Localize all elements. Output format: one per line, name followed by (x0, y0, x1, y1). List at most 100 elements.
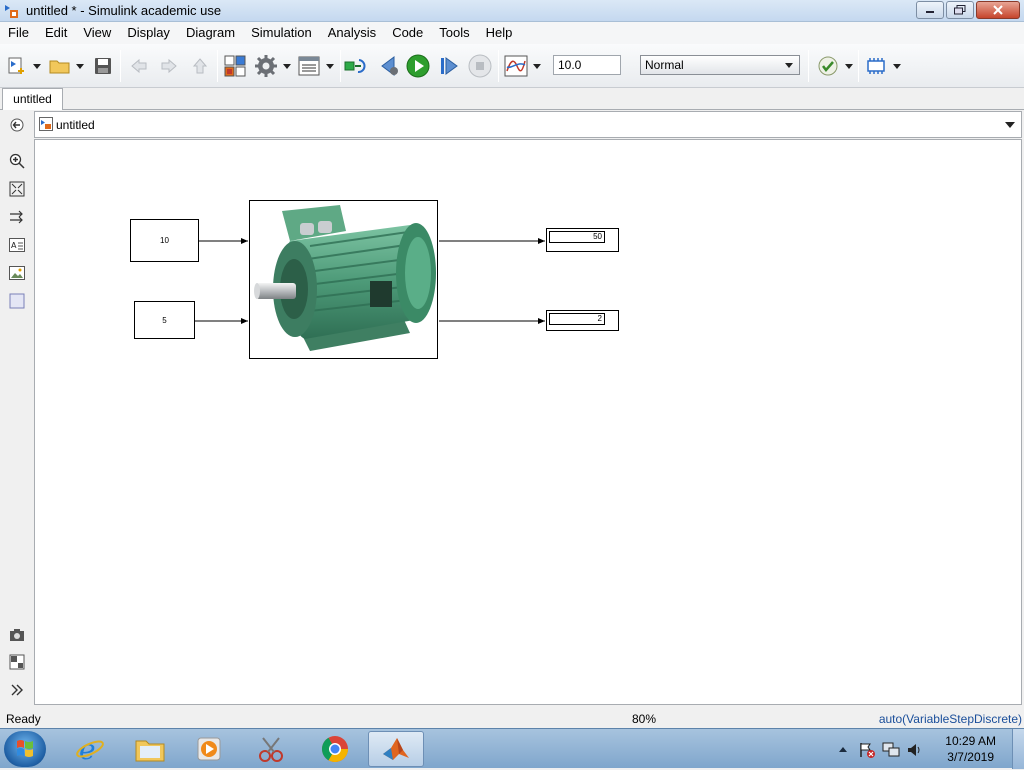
chrome-task[interactable] (307, 731, 363, 767)
constant-block-1[interactable]: 10 (130, 219, 199, 262)
media-player-task[interactable] (182, 731, 238, 767)
image-icon (9, 266, 25, 280)
breadcrumb[interactable]: untitled (56, 118, 95, 132)
menu-simulation[interactable]: Simulation (243, 22, 320, 44)
scissors-icon (259, 737, 283, 762)
volume-icon[interactable] (906, 741, 922, 759)
show-desktop-button[interactable] (1012, 729, 1024, 769)
menu-file[interactable]: File (0, 22, 37, 44)
start-button[interactable] (4, 731, 46, 767)
display-block-2[interactable]: 2 (546, 310, 619, 331)
route-lines-button[interactable] (8, 208, 26, 226)
save-button[interactable] (92, 54, 114, 78)
stop-time-field[interactable]: 10.0 (553, 55, 621, 75)
new-model-icon (8, 57, 24, 74)
expand-palette-button[interactable] (8, 681, 26, 699)
matlab-task[interactable] (368, 731, 424, 767)
model-icon (39, 117, 53, 131)
taskbar: e 10:29 AM 3/7/2019 (0, 728, 1024, 769)
zoom-button[interactable] (8, 152, 26, 170)
matlab-icon (383, 738, 409, 760)
display-value: 2 (549, 313, 605, 325)
action-center-flag-icon[interactable] (858, 741, 876, 759)
annotation-button[interactable]: A (8, 236, 26, 254)
tab-untitled[interactable]: untitled (2, 88, 63, 110)
model-settings-dropdown[interactable] (282, 54, 292, 78)
library-browser-icon (224, 55, 246, 77)
chevron-down-icon[interactable] (1005, 122, 1015, 128)
step-forward-button[interactable] (437, 54, 461, 78)
menu-view[interactable]: View (75, 22, 119, 44)
toolbar (0, 44, 1024, 88)
clock-date: 3/7/2019 (947, 750, 994, 764)
model-explorer-dropdown[interactable] (325, 54, 335, 78)
new-model-button[interactable] (6, 54, 28, 78)
address-bar[interactable]: untitled (34, 111, 1022, 138)
close-button[interactable] (976, 1, 1020, 19)
chevron-up-icon[interactable] (838, 745, 848, 753)
window-title: untitled * - Simulink academic use (26, 3, 222, 18)
folder-icon (49, 60, 70, 74)
hardware-settings-dropdown[interactable] (892, 54, 902, 78)
model-settings-button[interactable] (254, 54, 278, 78)
fit-to-view-button[interactable] (8, 180, 26, 198)
menu-analysis[interactable]: Analysis (320, 22, 384, 44)
constant-value: 5 (162, 315, 167, 325)
library-browser-button[interactable] (223, 54, 247, 78)
model-explorer-button[interactable] (297, 54, 321, 78)
menu-tools[interactable]: Tools (431, 22, 477, 44)
open-button[interactable] (48, 54, 72, 78)
constant-block-2[interactable]: 5 (134, 301, 195, 339)
data-inspector-button[interactable] (504, 54, 528, 78)
model-advisor-button[interactable] (816, 54, 840, 78)
forward-button[interactable] (158, 54, 180, 78)
open-dropdown[interactable] (75, 54, 85, 78)
menu-diagram[interactable]: Diagram (178, 22, 243, 44)
snipping-tool-task[interactable] (244, 731, 300, 767)
up-arrow-icon (192, 58, 208, 74)
step-back-button[interactable] (377, 54, 401, 78)
back-button[interactable] (128, 54, 150, 78)
simulink-app-icon (5, 5, 18, 18)
internet-explorer-task[interactable]: e (62, 731, 118, 767)
menu-display[interactable]: Display (119, 22, 178, 44)
menu-edit[interactable]: Edit (37, 22, 75, 44)
hide-browser-button[interactable] (8, 116, 26, 134)
update-diagram-icon (344, 59, 366, 73)
simulation-mode-select[interactable]: Normal (640, 55, 800, 75)
data-inspector-dropdown[interactable] (532, 54, 542, 78)
chrome-icon (321, 736, 349, 763)
save-icon (95, 58, 111, 74)
area-button[interactable] (8, 292, 26, 310)
property-inspector-button[interactable] (8, 653, 26, 671)
chevron-down-icon (785, 63, 793, 68)
restore-button[interactable] (946, 1, 974, 19)
network-icon[interactable] (882, 741, 900, 759)
solver-link[interactable]: auto(VariableStepDiscrete) (879, 712, 1022, 726)
gear-icon (255, 55, 277, 77)
data-inspector-icon (504, 55, 528, 77)
image-button[interactable] (8, 264, 26, 282)
clock-time: 10:29 AM (945, 734, 996, 748)
motor-subsystem-block[interactable] (249, 200, 438, 359)
forward-arrow-icon (161, 58, 177, 74)
model-canvas[interactable]: 10 5 50 2 (34, 139, 1022, 705)
stop-button[interactable] (468, 54, 492, 78)
menu-help[interactable]: Help (478, 22, 521, 44)
menu-code[interactable]: Code (384, 22, 431, 44)
display-block-1[interactable]: 50 (546, 228, 619, 252)
new-model-dropdown[interactable] (32, 54, 42, 78)
update-diagram-button[interactable] (344, 54, 368, 78)
file-explorer-task[interactable] (122, 731, 178, 767)
up-button[interactable] (189, 54, 211, 78)
folder-icon (135, 740, 165, 762)
display-value: 50 (549, 231, 605, 243)
model-advisor-dropdown[interactable] (844, 54, 854, 78)
status-text: Ready (6, 712, 41, 726)
minimize-button[interactable] (916, 1, 944, 19)
hardware-settings-button[interactable] (864, 54, 888, 78)
clock[interactable]: 10:29 AM 3/7/2019 (945, 733, 996, 765)
screenshot-button[interactable] (8, 626, 26, 644)
run-button[interactable] (406, 54, 430, 78)
svg-text:A: A (11, 241, 17, 250)
